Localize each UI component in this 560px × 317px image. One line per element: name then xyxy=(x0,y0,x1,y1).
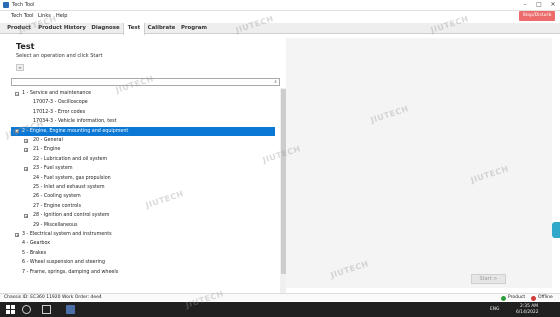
tree-node-label: 25 - Inlet and exhaust system xyxy=(33,185,105,190)
test-panel: Test Select an operation and click Start… xyxy=(8,38,286,299)
app-icon xyxy=(3,2,9,8)
work-order: Work Order: dee4 xyxy=(62,295,102,300)
search-input[interactable]: ⌕ xyxy=(11,78,280,86)
tree-node[interactable]: 24 - Fuel system, gas propulsion xyxy=(11,174,275,183)
tree-node[interactable]: +23 - Fuel system xyxy=(11,164,275,173)
tab-calibrate[interactable]: Calibrate xyxy=(147,23,176,34)
search-taskbar-icon[interactable] xyxy=(22,305,31,314)
tree-node[interactable]: 5 - Brakes xyxy=(11,249,275,258)
tree-node-label: 2 - Engine, Engine mounting and equipmen… xyxy=(22,128,129,134)
operation-tree[interactable]: −1 - Service and maintenance 17007-3 - Os… xyxy=(11,88,280,299)
collapse-icon[interactable]: − xyxy=(15,91,19,96)
tree-node-label: 20 - General xyxy=(33,138,63,143)
details-panel xyxy=(286,38,552,288)
tree-node-label: 27 - Engine controls xyxy=(33,203,81,209)
tree-node-label: 22 - Lubrication and oil system xyxy=(33,156,108,162)
tree-node[interactable]: +28 - Ignition and control system xyxy=(11,211,275,220)
expand-icon[interactable]: + xyxy=(24,166,28,171)
techtool-taskbar-icon[interactable] xyxy=(66,305,75,314)
tree-node-label: 6 - Wheel suspension and steering xyxy=(22,260,106,266)
tree-node[interactable]: −1 - Service and maintenance xyxy=(11,89,275,98)
tree-node[interactable]: 26 - Cooling system xyxy=(11,192,275,201)
tree-node[interactable]: +21 - Engine xyxy=(11,145,275,154)
close-button[interactable]: ✕ xyxy=(546,0,560,11)
tree-node[interactable]: 17007-3 - Oscilloscope xyxy=(11,98,275,107)
tree-node[interactable]: 22 - Lubrication and oil system xyxy=(11,155,275,164)
tree-node-label: 17034-3 - Vehicle information, test xyxy=(33,119,117,125)
tree-node-label: 23 - Fuel system xyxy=(33,166,73,172)
tree-node-label: 7 - Frame, springs, damping and wheels xyxy=(22,269,119,275)
tab-diagnose[interactable]: Diagnose xyxy=(89,23,122,34)
window-titlebar: Tech Tool – □ ✕ xyxy=(0,0,560,11)
expand-icon[interactable]: + xyxy=(24,138,28,143)
tree-node-label: 1 - Service and maintenance xyxy=(22,91,92,96)
scrollbar-thumb[interactable] xyxy=(280,89,286,274)
page-subtitle: Select an operation and click Start xyxy=(16,53,103,59)
tree-node-label: 17012-3 - Error codes xyxy=(33,109,86,115)
tab-product-history[interactable]: Product History xyxy=(37,23,87,34)
tree-node[interactable]: −2 - Engine, Engine mounting and equipme… xyxy=(11,126,275,136)
menu-item-links[interactable]: Links xyxy=(38,13,51,19)
tree-node-label: 21 - Engine xyxy=(33,147,61,153)
status-bar: Chassis ID: EC360 11920 Work Order: dee4… xyxy=(0,293,560,301)
tree-node-label: 3 - Electrical system and instruments xyxy=(22,232,112,237)
clock-date[interactable]: 6/14/2022 xyxy=(516,310,539,315)
tree-node[interactable]: 29 - Miscellaneous xyxy=(11,221,275,230)
taskbar: ENG 2:35 AM 6/14/2022 xyxy=(0,302,560,317)
search-icon[interactable]: ⌕ xyxy=(274,79,277,86)
windows-start-icon[interactable] xyxy=(6,305,15,314)
side-widget-icon[interactable] xyxy=(552,222,560,238)
tree-node[interactable]: 17012-3 - Error codes xyxy=(11,108,275,117)
minimize-button[interactable]: – xyxy=(518,0,532,11)
stop-button[interactable]: Stop/Disturb xyxy=(519,11,555,21)
tab-test[interactable]: Test xyxy=(123,23,145,35)
menu-item-techtool[interactable]: Tech Tool xyxy=(11,13,34,19)
tree-node-label: 29 - Miscellaneous xyxy=(33,222,78,228)
product-status: Product xyxy=(508,295,526,300)
tree-node-label: 17007-3 - Oscilloscope xyxy=(33,100,88,106)
product-status-icon xyxy=(501,295,506,301)
menu-bar: Tech Tool Links Help xyxy=(0,11,560,21)
task-view-icon[interactable] xyxy=(42,305,51,314)
tree-node-label: 26 - Cooling system xyxy=(33,194,81,200)
tree-node-label: 28 - Ignition and control system xyxy=(33,213,110,219)
tree-node-label: 24 - Fuel system, gas propulsion xyxy=(33,175,111,181)
tree-node[interactable]: 7 - Frame, springs, damping and wheels xyxy=(11,268,275,277)
tab-program[interactable]: Program xyxy=(179,23,209,34)
tree-node[interactable]: 27 - Engine controls xyxy=(11,202,275,211)
language-indicator: ENG xyxy=(490,307,500,312)
filter-icon[interactable]: ≡ xyxy=(16,64,24,71)
tree-node[interactable]: +20 - General xyxy=(11,136,275,145)
tree-node[interactable]: 17034-3 - Vehicle information, test xyxy=(11,117,275,126)
tree-node-label: 4 - Gearbox xyxy=(22,241,51,247)
expand-icon[interactable]: + xyxy=(24,147,28,152)
tree-node[interactable]: 4 - Gearbox xyxy=(11,239,275,248)
expand-icon[interactable]: + xyxy=(15,232,19,237)
menu-item-help[interactable]: Help xyxy=(56,13,67,19)
tree-node[interactable]: +3 - Electrical system and instruments xyxy=(11,230,275,239)
expand-icon[interactable]: + xyxy=(24,213,28,218)
tree-node[interactable]: 25 - Inlet and exhaust system xyxy=(11,183,275,192)
maximize-button[interactable]: □ xyxy=(532,0,546,11)
page-title: Test xyxy=(16,42,35,51)
chassis-id: Chassis ID: EC360 11920 xyxy=(4,295,61,300)
offline-status: Offline xyxy=(538,295,553,300)
tree-node-label: 5 - Brakes xyxy=(22,250,47,256)
tab-product[interactable]: Product xyxy=(4,23,34,34)
tab-bar: Product Product History Diagnose Test Ca… xyxy=(0,23,560,35)
clock-time[interactable]: 2:35 AM xyxy=(520,304,538,309)
offline-status-icon xyxy=(531,295,536,301)
collapse-icon[interactable]: − xyxy=(15,129,19,134)
start-button[interactable]: Start > xyxy=(471,274,506,284)
window-title: Tech Tool xyxy=(12,2,35,8)
tree-node[interactable]: 6 - Wheel suspension and steering xyxy=(11,258,275,267)
